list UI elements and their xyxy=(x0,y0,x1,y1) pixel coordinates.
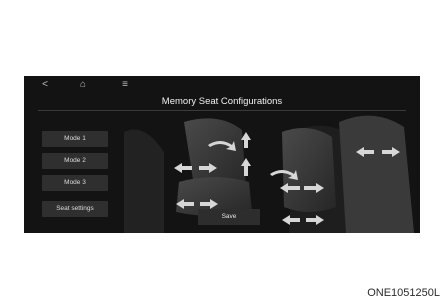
rear-seat xyxy=(339,115,414,233)
back-icon[interactable]: < xyxy=(34,78,56,92)
title-divider xyxy=(38,110,406,111)
menu-icon[interactable]: ≡ xyxy=(114,78,136,92)
home-icon[interactable]: ⌂ xyxy=(72,78,94,92)
figure-code: ONE1051250L xyxy=(367,287,440,299)
seat-illustration xyxy=(124,115,414,233)
arrow-left-icon xyxy=(174,163,192,173)
top-bar: < ⌂ ≡ xyxy=(24,76,420,94)
door-panel xyxy=(124,129,164,233)
second-seat xyxy=(282,128,336,212)
mode-2-button[interactable]: Mode 2 xyxy=(42,153,108,169)
mode-1-button[interactable]: Mode 1 xyxy=(42,131,108,147)
save-button[interactable]: Save xyxy=(198,209,260,225)
seat-settings-button[interactable]: Seat settings xyxy=(42,201,108,217)
head-unit-screen: < ⌂ ≡ Memory Seat Configurations Mode 1 … xyxy=(24,76,420,233)
mode-3-button[interactable]: Mode 3 xyxy=(42,175,108,191)
page-title: Memory Seat Configurations xyxy=(161,96,283,107)
